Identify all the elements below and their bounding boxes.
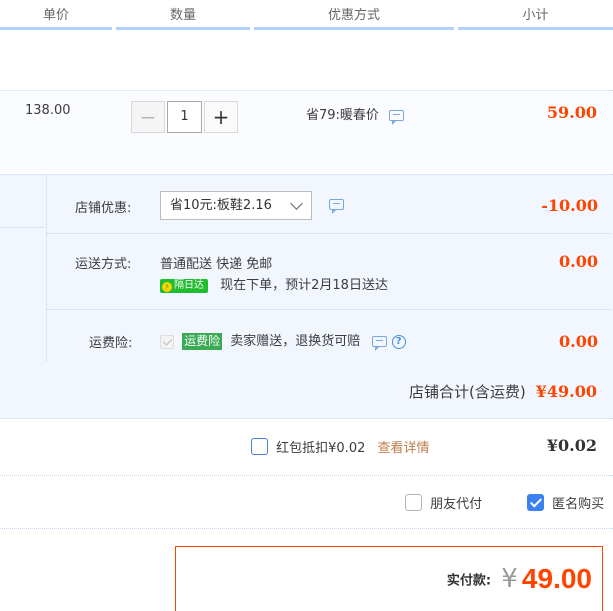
red-packet-label: 红包抵扣¥0.02: [276, 441, 366, 456]
chat-icon[interactable]: [329, 199, 344, 214]
header-price: 单价: [0, 0, 112, 30]
shipping-row: 运送方式: 普通配送 快递 免邮 ⚡ 隔日达 现在下单，预计2月18日送达 0.0…: [47, 234, 613, 310]
shop-discount-selected: 省10元:板鞋2.16: [170, 198, 272, 213]
shop-total-value: ¥49.00: [535, 382, 597, 401]
increment-button[interactable]: +: [204, 101, 238, 133]
insurance-tag: 运费险: [182, 333, 223, 350]
insurance-desc: 卖家赠送，退换货可赔: [230, 334, 361, 349]
friend-pay-label: 朋友代付: [430, 497, 483, 512]
item-promotion: 省79:暖春价: [306, 104, 405, 125]
payment-summary: 实付款: ¥ 49.00: [175, 546, 603, 611]
shipping-label: 运送方式:: [75, 257, 132, 272]
shop-discount-value: -10.00: [541, 196, 598, 215]
unit-price: 138.00: [25, 103, 71, 118]
payment-label: 实付款:: [446, 573, 492, 589]
header-quantity: 数量: [116, 0, 250, 30]
red-packet-checkbox[interactable]: [251, 438, 268, 455]
table-header: 单价 数量 优惠方式 小计: [0, 0, 613, 30]
shop-discount-row: 店铺优惠: 省10元:板鞋2.16 -10.00: [47, 175, 613, 234]
item-row: 138.00 − 1 + 省79:暖春价 59.00: [0, 90, 613, 172]
anonymous-label: 匿名购买: [552, 497, 605, 512]
shipping-value: 0.00: [559, 252, 598, 271]
header-promotion: 优惠方式: [254, 0, 454, 30]
decrement-button[interactable]: −: [131, 101, 165, 133]
red-packet-option: 红包抵扣¥0.02 查看详情: [251, 437, 430, 456]
shipping-eta: 现在下单，预计2月18日送达: [220, 278, 388, 293]
red-packet-details-link[interactable]: 查看详情: [378, 441, 430, 456]
shop-total-label: 店铺合计(含运费): [409, 383, 526, 401]
anonymous-checkbox[interactable]: [527, 494, 544, 511]
chevron-down-icon: [290, 197, 303, 210]
currency-symbol: ¥: [501, 564, 518, 594]
shop-summary: 店铺优惠: 省10元:板鞋2.16 -10.00 运送方式: 普通配送 快递 免…: [0, 174, 613, 419]
left-spacer: [0, 227, 45, 362]
red-packet-value: ¥0.02: [546, 436, 597, 455]
shipping-method: 普通配送 快递 免邮: [160, 257, 273, 272]
quantity-stepper: − 1 +: [131, 101, 239, 133]
promotion-text: 省79:暖春价: [306, 108, 379, 123]
insurance-label: 运费险:: [89, 336, 133, 351]
shop-discount-select[interactable]: 省10元:板鞋2.16: [160, 191, 312, 220]
insurance-checkbox: [160, 334, 174, 349]
shipping-eta-line: ⚡ 隔日达 现在下单，预计2月18日送达: [160, 274, 388, 293]
payment-amount-line: 实付款: ¥ 49.00: [447, 563, 592, 595]
friend-pay-option: 朋友代付: [405, 493, 482, 512]
insurance-value: 0.00: [559, 332, 598, 351]
payment-amount: 49.00: [521, 563, 592, 594]
anonymous-option: 匿名购买: [527, 493, 604, 512]
next-day-badge-text: 隔日达: [174, 279, 204, 291]
shop-options: 店铺优惠: 省10元:板鞋2.16 -10.00 运送方式: 普通配送 快递 免…: [46, 175, 613, 361]
chat-icon[interactable]: [372, 336, 388, 351]
red-packet-row: 红包抵扣¥0.02 查看详情 ¥0.02: [0, 420, 613, 476]
item-subtotal: 59.00: [546, 103, 597, 122]
shop-discount-label: 店铺优惠:: [75, 201, 132, 216]
header-subtotal: 小计: [458, 0, 613, 30]
quantity-input[interactable]: 1: [167, 101, 202, 133]
chat-icon[interactable]: [389, 110, 405, 125]
order-options-row: 朋友代付 匿名购买: [0, 477, 613, 529]
friend-pay-checkbox[interactable]: [405, 494, 422, 511]
question-icon[interactable]: ?: [391, 334, 406, 349]
next-day-badge: ⚡ 隔日达: [160, 278, 208, 293]
shop-total: 店铺合计(含运费) ¥49.00: [409, 381, 597, 402]
insurance-row: 运费险: 运费险 卖家赠送，退换货可赔 ? 0.00: [47, 310, 613, 362]
insurance-info: 运费险 卖家赠送，退换货可赔 ?: [160, 330, 406, 351]
bolt-icon: ⚡: [162, 281, 172, 292]
